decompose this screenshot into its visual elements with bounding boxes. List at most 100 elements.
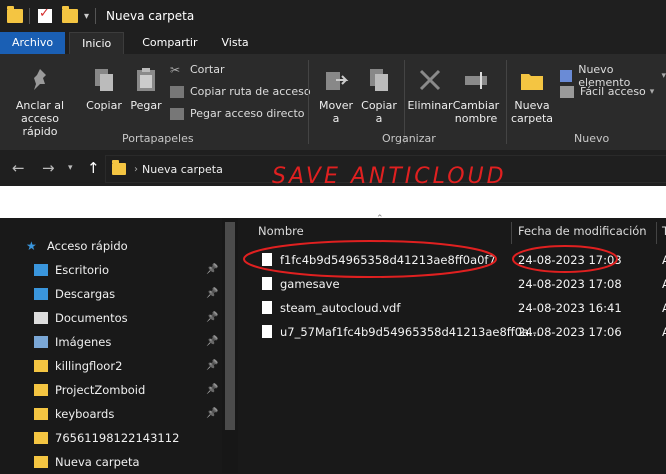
sidebar-item[interactable]: ProjectZomboid [34,378,145,402]
tab-archivo[interactable]: Archivo [0,32,66,54]
navigation-scrollbar[interactable] [222,218,238,473]
sidebar-item[interactable]: Documentos [34,306,128,330]
tab-compartir[interactable]: Compartir [130,32,209,54]
column-name[interactable]: Nombre [258,218,304,244]
sort-chevron-icon: ⌃ [376,214,384,224]
pin-icon[interactable]: 📌 [206,264,218,275]
pin-icon [34,69,46,90]
document-icon [34,312,48,324]
sidebar-item[interactable]: Escritorio [34,258,109,282]
file-type: A [662,277,666,291]
address-bar: ← → ▾ ↑ › Nueva carpeta [0,150,666,186]
sidebar-item[interactable]: Imágenes [34,330,111,354]
copy-icon [95,69,113,91]
file-date: 24-08-2023 17:08 [518,277,622,291]
new-folder-button[interactable]: Nueva carpeta [510,66,554,125]
sidebar-item[interactable]: Nueva carpeta [34,450,140,474]
sidebar-item-label: 76561198122143112 [55,431,180,445]
file-row[interactable]: steam_autocloud.vdf 24-08-2023 16:41 A [238,296,666,320]
tab-vista[interactable]: Vista [210,32,261,54]
window-title: Nueva carpeta [106,9,195,23]
search-bar-blank [0,186,666,218]
move-to-label: Mover a [318,99,354,125]
delete-button[interactable]: Eliminar [406,66,454,112]
file-date: 24-08-2023 17:06 [518,325,622,339]
cut-label: Cortar [190,63,225,76]
group-nuevo: Nuevo [574,132,610,145]
file-icon [262,277,272,290]
column-divider[interactable] [511,222,512,244]
sidebar-item-label: Nueva carpeta [55,455,140,469]
file-icon [262,325,272,338]
divider [95,8,97,24]
sidebar-item[interactable]: Descargas [34,282,115,306]
sidebar-item[interactable]: ★ Acceso rápido [26,234,128,258]
file-row[interactable]: f1fc4b9d54965358d41213ae8ff0a0f7 24-08-20… [238,248,666,272]
sidebar-item[interactable]: keyboards [34,402,114,426]
pin-icon[interactable]: 📌 [206,288,218,299]
chevron-down-icon: ▾ [649,86,655,97]
paste-shortcut-button[interactable]: Pegar acceso directo [170,107,305,120]
copy-button[interactable]: Copiar [84,66,124,112]
sidebar-item[interactable]: killingfloor2 [34,354,122,378]
pin-icon[interactable]: 📌 [206,312,218,323]
file-row[interactable]: gamesave 24-08-2023 17:08 A [238,272,666,296]
paste-label: Pegar [130,99,162,112]
delete-icon [419,69,441,91]
image-icon [34,336,48,348]
sidebar-item-label: Imágenes [55,335,112,349]
pin-icon[interactable]: 📌 [206,384,218,395]
sidebar-item-label: Acceso rápido [47,239,128,253]
scissors-icon: ✂ [170,62,181,77]
paste-button[interactable]: Pegar [128,66,164,112]
sidebar-item-label: ProjectZomboid [55,383,146,397]
chevron-down-icon: ▾ [661,71,666,81]
divider [506,60,507,144]
file-row[interactable]: u7_57Maf1fc4b9d54965358d41213ae8ff0a... 2… [238,320,666,344]
cut-button[interactable]: ✂ Cortar [170,63,225,76]
easy-access-button[interactable]: Fácil acceso ▾ [560,85,654,98]
breadcrumb[interactable]: Nueva carpeta [142,163,223,176]
sidebar-item-label: killingfloor2 [55,359,123,373]
sidebar-item[interactable]: 76561198122143112 [34,426,179,450]
delete-label: Eliminar [407,99,453,112]
back-icon[interactable]: ← [12,159,25,177]
folder-icon [7,6,23,23]
folder-icon [34,432,48,444]
sidebar-item-label: Descargas [55,287,116,301]
column-type[interactable]: T [662,218,666,244]
recent-dropdown-icon[interactable]: ▾ [68,163,73,173]
paste-shortcut-label: Pegar acceso directo [190,107,305,120]
divider [308,60,309,144]
folder-icon [34,456,48,468]
sidebar-item-label: Documentos [55,311,128,325]
up-icon[interactable]: ↑ [87,159,100,177]
scrollbar-thumb[interactable] [225,222,235,430]
pin-icon[interactable]: 📌 [206,336,218,347]
pin-icon[interactable]: 📌 [206,408,218,419]
navigation-pane: ★ Acceso rápido Escritorio 📌 Descargas 📌 Docum… [0,218,238,473]
rename-button[interactable]: Cambiar nombre [452,66,500,125]
forward-icon[interactable]: → [42,159,55,177]
file-icon [262,253,272,266]
pin-icon[interactable]: 📌 [206,360,218,371]
copy-path-icon [170,85,184,98]
download-icon [34,288,48,300]
file-type: A [662,253,666,267]
column-date[interactable]: Fecha de modificación [518,218,647,244]
column-divider[interactable] [656,222,657,244]
new-folder-label: Nueva carpeta [510,99,554,125]
rename-icon [465,72,487,89]
ribbon-tabs: Archivo Inicio Compartir Vista [0,32,666,54]
address-input[interactable]: › Nueva carpeta [105,155,666,183]
new-folder-icon[interactable] [62,6,78,23]
quick-access-dropdown-icon[interactable]: ▾ [84,11,89,22]
pin-quick-access-button[interactable]: Anclar al acceso rápido [8,66,72,138]
properties-icon[interactable] [38,6,52,23]
tab-inicio[interactable]: Inicio [69,32,125,54]
copy-to-button[interactable]: Copiar a [358,66,400,125]
ribbon: Anclar al acceso rápido Copiar Pegar ✂ C… [0,54,666,151]
move-to-button[interactable]: Mover a [314,66,358,125]
copy-path-button[interactable]: Copiar ruta de acceso [170,85,311,98]
sidebar-item-label: keyboards [55,407,115,421]
